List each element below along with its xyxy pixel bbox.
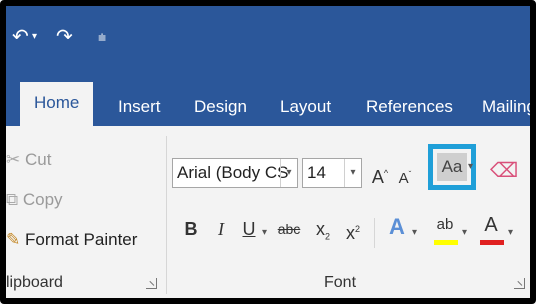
font-size-value: 14 <box>307 163 326 182</box>
chevron-down-icon[interactable]: ▾ <box>412 218 417 248</box>
clipboard-dialog-launcher-icon[interactable] <box>146 278 157 289</box>
tab-design[interactable]: Design <box>194 92 247 126</box>
cut-label: Cut <box>24 150 52 169</box>
word-ribbon-window: ↶ ▾ ↷ ⩧ Home Insert Design Layout Refere… <box>0 0 536 304</box>
copy-icon: ⧉ <box>6 190 19 209</box>
chevron-down-icon[interactable]: ▾ <box>344 159 361 187</box>
underline-button[interactable]: U <box>240 214 258 244</box>
superscript-button[interactable]: x2 <box>342 214 364 248</box>
button-divider <box>374 218 375 248</box>
highlight-button[interactable]: ab <box>432 210 458 240</box>
clipboard-group-label: lipboard <box>6 274 63 291</box>
font-dialog-launcher-icon[interactable] <box>514 278 525 289</box>
copy-label: Copy <box>22 190 63 209</box>
font-name-combo[interactable]: Arial (Body CS ▾ <box>172 158 298 188</box>
shrink-font-label: A <box>398 170 409 187</box>
shrink-font-button[interactable]: Aˇ <box>396 160 414 194</box>
undo-dropdown-icon[interactable]: ▾ <box>32 24 37 50</box>
superscript-mark: 2 <box>354 224 360 234</box>
ribbon-home-panel: ✂ Cut ⧉ Copy ✎ Format Painter lipboard A… <box>6 126 530 298</box>
chevron-down-icon[interactable]: ▾ <box>468 161 473 172</box>
change-case-label: Aa <box>441 157 463 176</box>
font-group-label: Font <box>324 274 357 291</box>
tab-references[interactable]: References <box>366 92 453 126</box>
ribbon-tab-bar: Home Insert Design Layout References Mai… <box>6 68 530 126</box>
format-painter-label: Format Painter <box>24 230 138 249</box>
undo-icon[interactable]: ↶ <box>12 24 29 50</box>
grow-font-button[interactable]: A^ <box>370 158 390 192</box>
subscript-button[interactable]: x2 <box>312 214 334 252</box>
tab-mailings[interactable]: Mailing <box>482 92 530 126</box>
chevron-down-icon[interactable]: ▾ <box>508 218 513 248</box>
customize-qat-icon[interactable]: ⩧ <box>98 24 106 50</box>
tab-insert[interactable]: Insert <box>118 92 161 126</box>
strikethrough-button[interactable]: abc <box>274 214 304 244</box>
font-color-button[interactable]: A <box>480 210 502 240</box>
bold-button[interactable]: B <box>182 214 200 244</box>
chevron-down-icon[interactable]: ▾ <box>280 159 297 187</box>
font-size-combo[interactable]: 14 ▾ <box>302 158 362 188</box>
scissors-icon: ✂ <box>6 150 21 169</box>
group-divider <box>166 136 167 294</box>
tab-home[interactable]: Home <box>20 82 94 126</box>
cut-button[interactable]: ✂ Cut <box>6 150 51 170</box>
font-name-value: Arial (Body CS <box>177 163 289 182</box>
chevron-down-icon[interactable]: ▾ <box>462 218 467 248</box>
tab-layout[interactable]: Layout <box>280 92 331 126</box>
paintbrush-icon: ✎ <box>6 230 21 249</box>
change-case-highlight: Aa ▾ <box>428 144 476 190</box>
italic-button[interactable]: I <box>212 214 230 244</box>
highlight-color-swatch <box>434 240 458 245</box>
subscript-label: x <box>315 219 325 239</box>
change-case-button[interactable]: Aa <box>437 153 467 181</box>
font-color-swatch <box>480 240 504 245</box>
text-effects-button[interactable]: A <box>386 212 408 242</box>
subscript-mark: 2 <box>324 231 330 242</box>
superscript-label: x <box>345 223 355 243</box>
title-bar: ↶ ▾ ↷ ⩧ <box>6 6 530 68</box>
redo-icon[interactable]: ↷ <box>56 24 73 50</box>
copy-button[interactable]: ⧉ Copy <box>6 190 63 210</box>
format-painter-button[interactable]: ✎ Format Painter <box>6 230 137 250</box>
clear-formatting-icon[interactable]: ⌫ <box>490 156 518 186</box>
chevron-down-icon[interactable]: ▾ <box>262 218 267 248</box>
grow-font-label: A <box>371 167 384 187</box>
